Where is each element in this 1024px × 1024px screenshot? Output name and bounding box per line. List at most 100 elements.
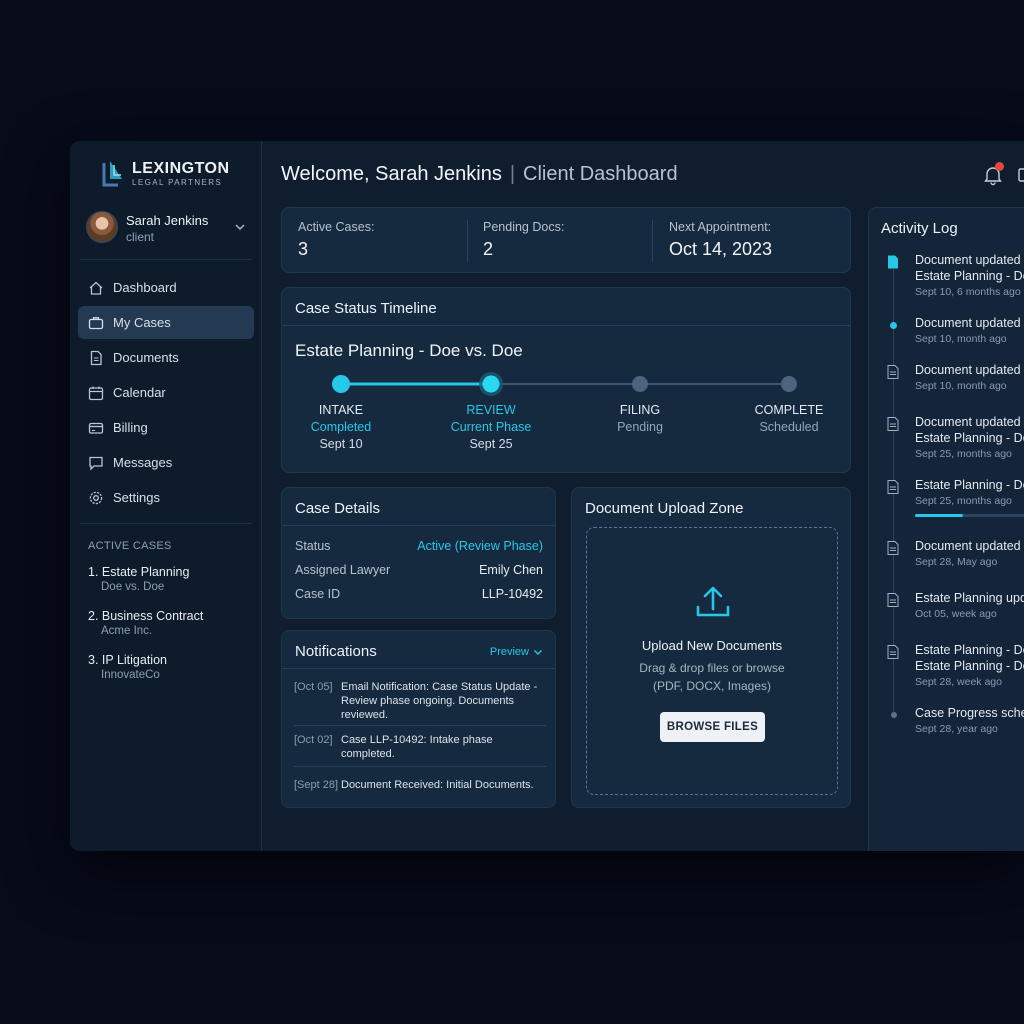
upload-icon — [696, 586, 730, 617]
divider — [294, 725, 546, 726]
divider — [652, 220, 653, 262]
brand-logo[interactable]: LEXINGTON LEGAL PARTNERS — [102, 159, 252, 189]
sidebar-item-calendar[interactable]: Calendar — [78, 376, 254, 409]
phase-date: Sept 25 — [469, 437, 513, 451]
stat-next-appointment: Next Appointment: Oct 14, 2023 — [669, 220, 772, 260]
chevron-down-icon — [235, 224, 245, 231]
activity-text: Document updated Estate Planning - Do Se… — [915, 414, 1024, 462]
activity-line: Estate Planning upd — [915, 591, 1024, 605]
sidebar-item-settings[interactable]: Settings — [78, 481, 254, 514]
activity-meta: Sept 10, month ago — [915, 380, 1007, 392]
phase-status: Current Phase — [450, 420, 532, 434]
stat-label: Pending Docs: — [483, 220, 565, 234]
home-icon — [89, 281, 103, 295]
card-title: Case Status Timeline — [295, 300, 437, 317]
divider — [282, 525, 555, 526]
browse-files-button[interactable]: BROWSE FILES — [660, 712, 765, 742]
activity-log: Activity Log Document updated Estate Pla… — [868, 207, 1024, 851]
detail-key: Assigned Lawyer — [295, 563, 391, 577]
document-icon — [887, 417, 899, 431]
notification-item[interactable]: [Oct 02] Case LLP-10492: Intake phase co… — [294, 733, 546, 761]
user-menu[interactable]: Sarah Jenkins client — [86, 211, 252, 245]
sidebar-item-dashboard[interactable]: Dashboard — [78, 271, 254, 304]
activity-line: Document updated — [915, 316, 1021, 330]
activity-text: Document updated Sept 10, month ago — [915, 362, 1024, 394]
notification-date: [Oct 05] — [294, 681, 333, 693]
calendar-icon[interactable] — [1018, 166, 1024, 184]
notification-badge — [995, 162, 1004, 171]
activity-meta: Sept 28, year ago — [915, 723, 998, 735]
status-badge: Active (Review Phase) — [417, 539, 543, 553]
phase-name: REVIEW — [466, 403, 516, 417]
activity-progress-bar — [915, 514, 1024, 517]
case-title: 2. Business Contract — [88, 609, 204, 623]
activity-line: Document updated — [915, 539, 1021, 553]
phase-name: COMPLETE — [754, 403, 824, 417]
activity-text: Document updated Sept 28, May ago — [915, 538, 1024, 570]
divider — [467, 220, 468, 262]
phase-date: Sept 10 — [319, 437, 363, 451]
activity-line: Estate Planning - Do — [915, 431, 1024, 445]
notifications-card: Notifications Preview [Oct 05] Email Not… — [281, 630, 556, 808]
sidebar-item-my-cases[interactable]: My Cases — [78, 306, 254, 339]
phase-status: Scheduled — [759, 420, 819, 434]
sidebar-item-label: Documents — [113, 350, 179, 365]
sidebar-item-messages[interactable]: Messages — [78, 446, 254, 479]
activity-meta: Sept 28, May ago — [915, 556, 998, 568]
preview-dropdown[interactable]: Preview — [490, 646, 543, 658]
detail-value: LLP-10492 — [481, 587, 543, 601]
phase-review[interactable]: REVIEW Current Phase Sept 25 — [431, 403, 551, 451]
timeline-node-review — [479, 372, 503, 396]
activity-line: Estate Planning - Do — [915, 659, 1024, 673]
phase-status: Pending — [617, 420, 663, 434]
app-window: LEXINGTON LEGAL PARTNERS Sarah Jenkins c… — [70, 141, 1024, 851]
phase-name: INTAKE — [318, 403, 364, 417]
upload-dropzone[interactable]: Upload New Documents Drag & drop files o… — [586, 527, 838, 795]
file-filled-icon — [887, 255, 899, 269]
phase-complete[interactable]: COMPLETE Scheduled — [729, 403, 849, 434]
phase-filing[interactable]: FILING Pending — [580, 403, 700, 434]
dot-icon — [890, 322, 897, 329]
sidebar-item-label: Billing — [113, 420, 148, 435]
upload-hint: Drag & drop files or browse — [639, 661, 785, 675]
activity-line: Estate Planning - Do — [915, 643, 1024, 657]
case-title: 3. IP Litigation — [88, 653, 167, 667]
sidebar-item-label: Settings — [113, 490, 160, 505]
divider — [294, 766, 546, 767]
detail-key: Status — [295, 539, 331, 553]
case-party: InnovateCo — [101, 669, 160, 681]
case-item[interactable]: 2. Business Contract Acme Inc. — [88, 609, 258, 653]
case-title: 1. Estate Planning — [88, 565, 190, 579]
sidebar-item-label: Messages — [113, 455, 173, 470]
upload-heading: Upload New Documents — [641, 638, 783, 653]
notification-item[interactable]: [Sept 28] Document Received: Initial Doc… — [294, 778, 546, 792]
timeline-track — [332, 372, 797, 396]
sidebar-item-billing[interactable]: Billing — [78, 411, 254, 444]
credit-card-icon — [88, 422, 104, 434]
timeline-node-intake — [332, 375, 350, 393]
case-item[interactable]: 1. Estate Planning Doe vs. Doe — [88, 565, 258, 609]
notification-item[interactable]: [Oct 05] Email Notification: Case Status… — [294, 680, 546, 722]
gear-icon — [89, 491, 103, 504]
detail-row-status: Status Active (Review Phase) — [295, 539, 543, 553]
page-title: Welcome, Sarah Jenkins | Client Dashboard — [281, 163, 678, 186]
activity-line: Document updated — [915, 415, 1021, 429]
timeline-case-name: Estate Planning - Doe vs. Doe — [295, 341, 523, 360]
document-upload-card: Document Upload Zone Upload New Document… — [571, 487, 851, 808]
notification-text: Email Notification: Case Status Update -… — [341, 681, 538, 721]
sidebar-item-documents[interactable]: Documents — [78, 341, 254, 374]
activity-meta: Sept 28, week ago — [915, 676, 1002, 688]
active-cases-list: 1. Estate Planning Doe vs. Doe 2. Busine… — [88, 565, 258, 697]
stats-bar: Active Cases: 3 Pending Docs: 2 Next App… — [281, 207, 851, 273]
case-party: Doe vs. Doe — [101, 581, 165, 593]
phase-intake[interactable]: INTAKE Completed Sept 10 — [281, 403, 401, 451]
phase-name: FILING — [619, 403, 661, 417]
card-title: Case Details — [295, 500, 381, 517]
user-role: client — [126, 230, 155, 244]
case-item[interactable]: 3. IP Litigation InnovateCo — [88, 653, 258, 697]
sidebar-nav: Dashboard My Cases Documents Calendar Bi… — [78, 271, 254, 516]
timeline-node-filing — [632, 376, 648, 392]
card-title: Activity Log — [881, 220, 958, 237]
activity-text: Estate Planning upd Oct 05, week ago — [915, 590, 1024, 622]
detail-row-lawyer: Assigned Lawyer Emily Chen — [295, 563, 543, 577]
